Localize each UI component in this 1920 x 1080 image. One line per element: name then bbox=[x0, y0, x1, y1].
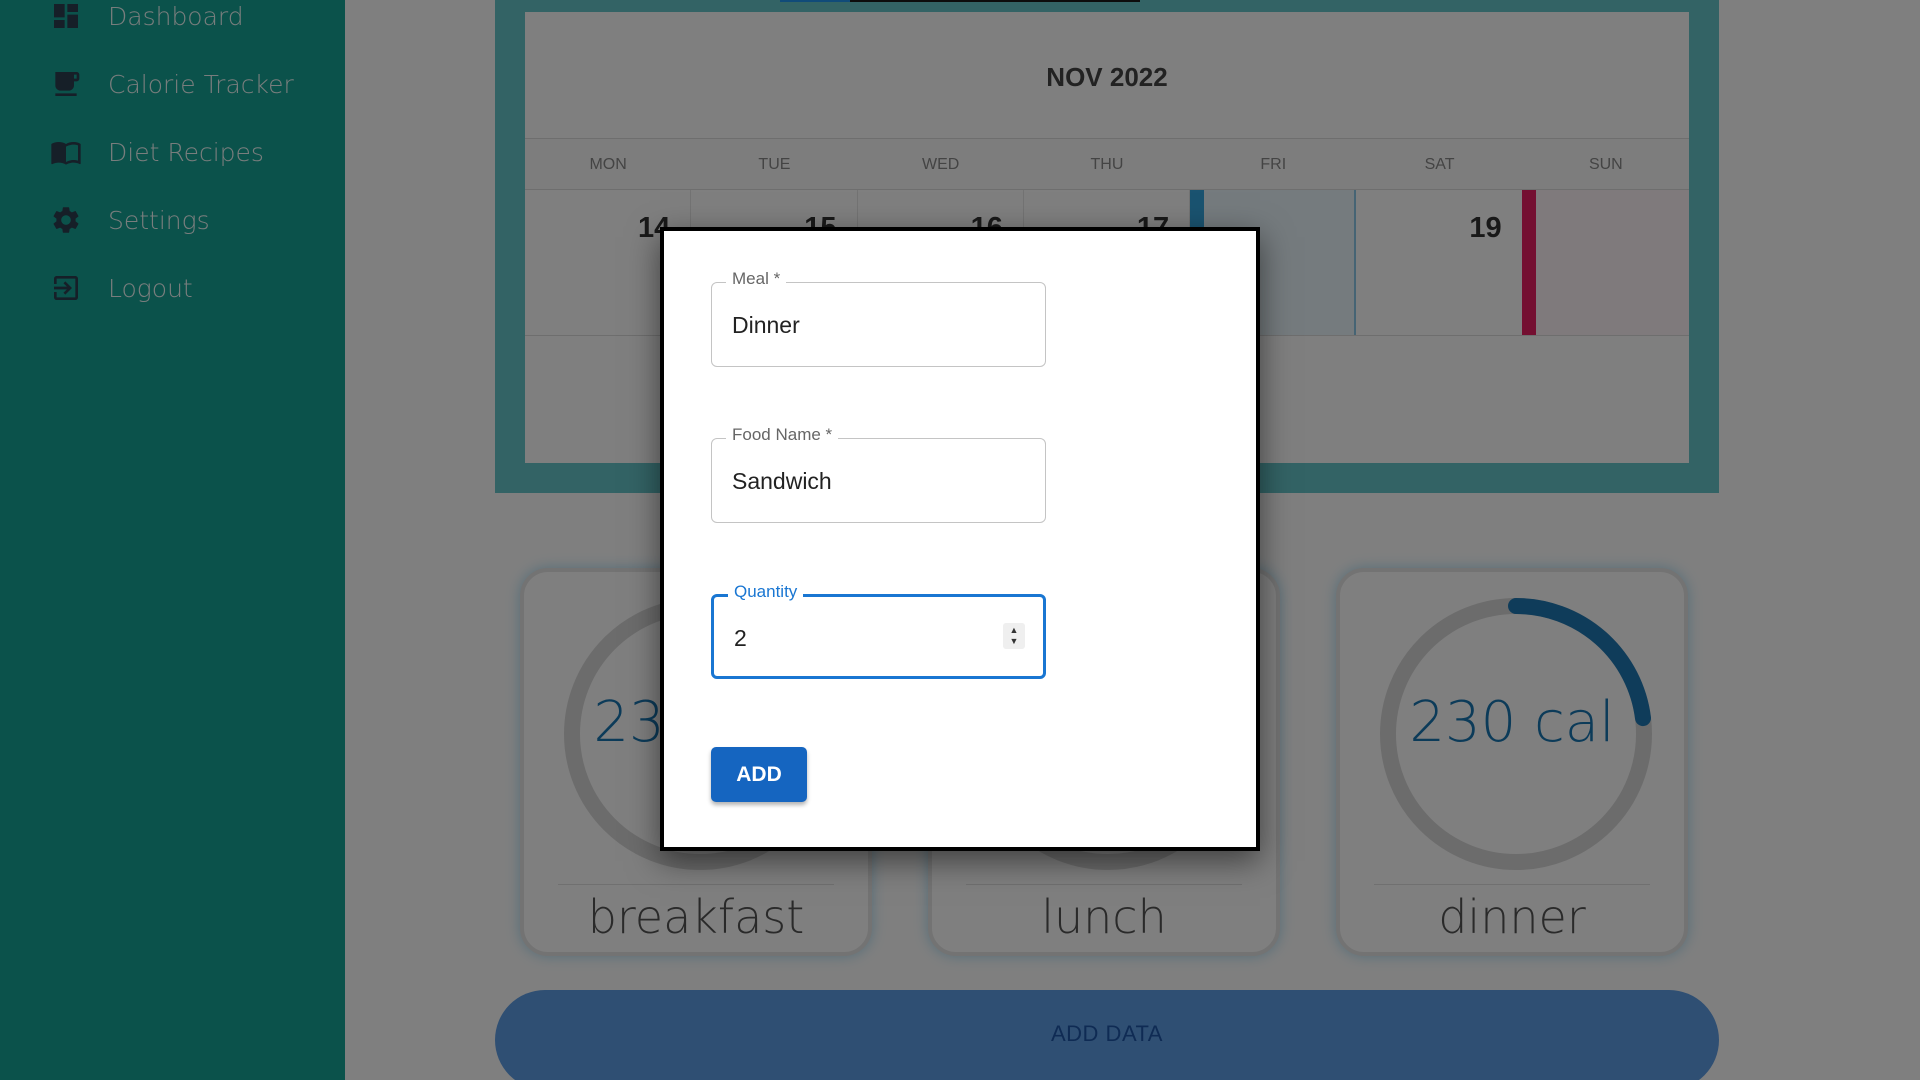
field-label: Food Name * bbox=[726, 425, 839, 445]
field-value: Sandwich bbox=[732, 468, 832, 494]
add-meal-dialog: Meal * Dinner Food Name * Sandwich Quant… bbox=[660, 227, 1260, 851]
field-label: Meal * bbox=[726, 269, 787, 289]
food-name-field[interactable]: Food Name * Sandwich bbox=[711, 425, 1046, 523]
meal-field[interactable]: Meal * Dinner bbox=[711, 269, 1046, 367]
quantity-stepper[interactable]: ▲ ▼ bbox=[1003, 623, 1025, 649]
chevron-down-icon[interactable]: ▼ bbox=[1010, 636, 1019, 647]
quantity-field[interactable]: Quantity 2 ▲ ▼ bbox=[711, 582, 1046, 679]
chevron-up-icon[interactable]: ▲ bbox=[1010, 625, 1019, 636]
field-value: 2 bbox=[734, 625, 747, 651]
field-label: Quantity bbox=[728, 582, 804, 602]
field-value: Dinner bbox=[732, 312, 800, 338]
add-button[interactable]: ADD bbox=[711, 747, 807, 802]
